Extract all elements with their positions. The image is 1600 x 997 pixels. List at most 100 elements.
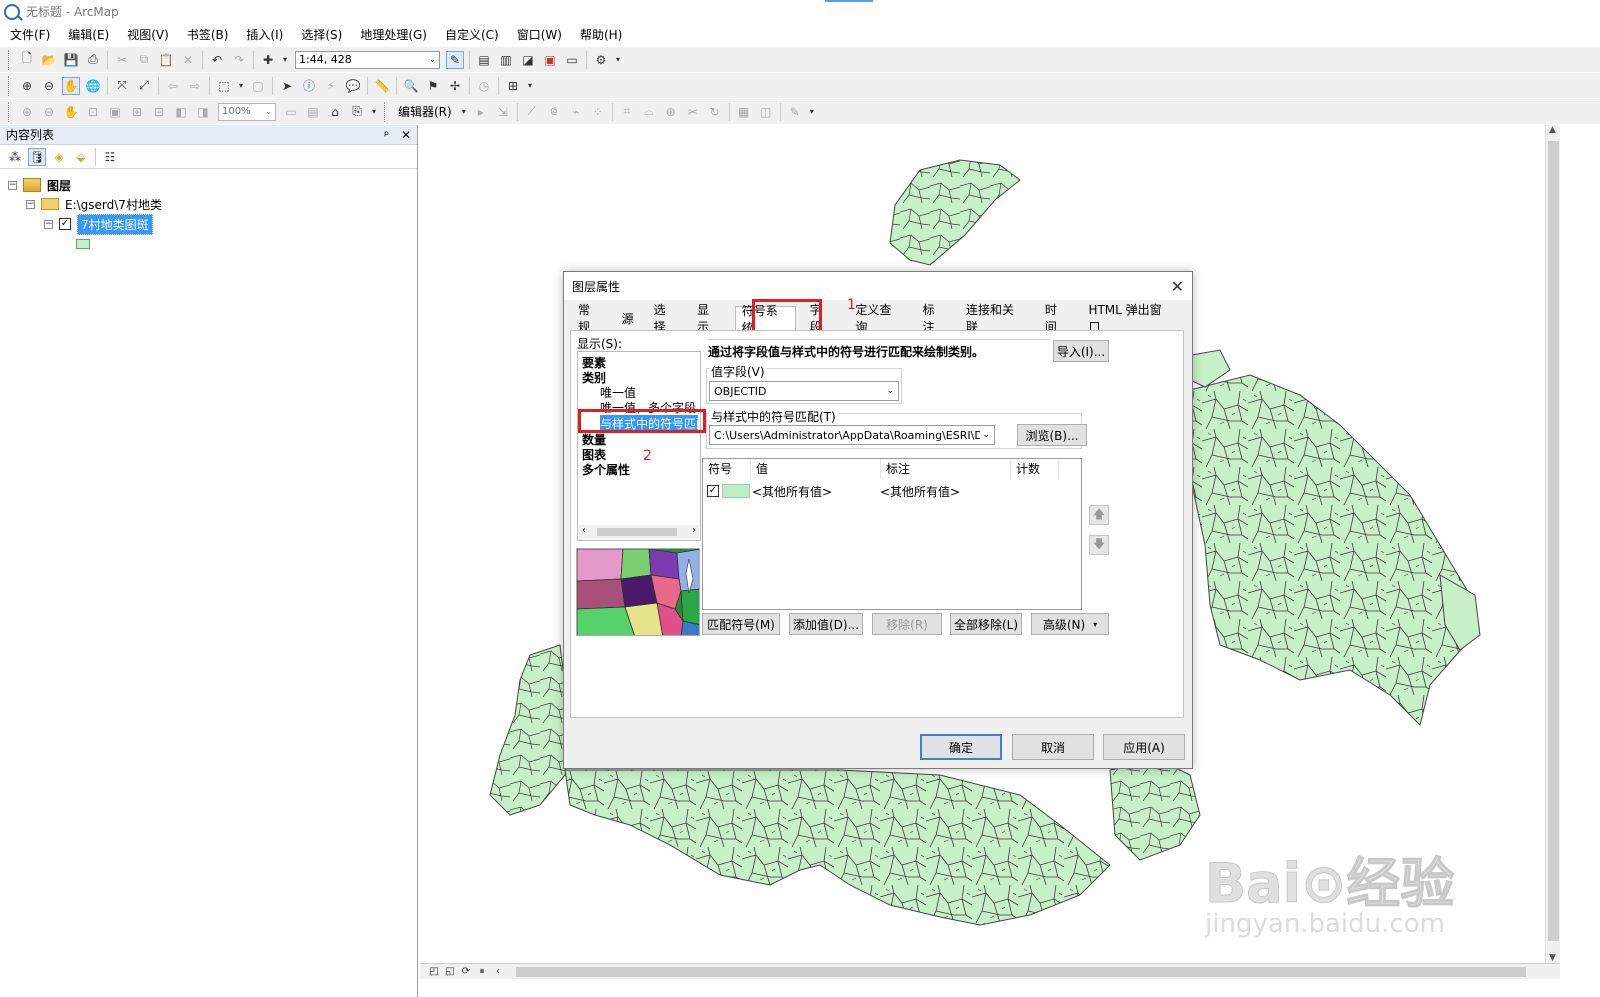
edit-annotation-icon[interactable]: ⇲ — [494, 103, 512, 121]
select-elements-icon[interactable]: ➤ — [278, 77, 296, 95]
import-button[interactable]: 导入(I)... — [1053, 340, 1109, 362]
toolbar-options-icon[interactable]: ▾ — [614, 51, 622, 69]
forward-extent-icon[interactable]: ⇨ — [186, 77, 204, 95]
html-popup-icon[interactable]: 💬 — [344, 77, 362, 95]
editor-menu[interactable]: 编辑器(R) — [398, 103, 452, 120]
dropdown-arrow-icon[interactable]: ▾ — [237, 77, 245, 95]
toolbar-options-icon[interactable]: ▾ — [370, 103, 378, 121]
layout-zoom-in-icon[interactable]: ⊕ — [18, 103, 36, 121]
ok-button[interactable]: 确定 — [920, 734, 1002, 760]
renderer-list-scrollbar[interactable]: ‹ › — [579, 525, 699, 539]
trace-icon[interactable]: ⌁ — [567, 103, 585, 121]
tab-definition-query[interactable]: 定义查询 — [849, 303, 908, 334]
scroll-up-icon[interactable]: ▲ — [1549, 125, 1556, 135]
data-driven-pages-icon[interactable]: ⎘ — [348, 103, 366, 121]
zoom-100-icon[interactable]: ▣ — [106, 103, 124, 121]
pause-drawing-icon[interactable]: ⏸ — [476, 966, 488, 978]
browse-button[interactable]: 浏览(B)... — [1017, 424, 1087, 446]
menu-bookmarks[interactable]: 书签(B) — [185, 24, 231, 45]
viewer-window-icon[interactable]: ⊞ — [504, 77, 522, 95]
collapse-icon[interactable]: − — [44, 219, 53, 229]
menu-file[interactable]: 文件(F) — [8, 24, 52, 45]
point-icon[interactable]: ⁘ — [589, 103, 607, 121]
scroll-right-icon[interactable]: › — [692, 525, 696, 536]
copy-icon[interactable]: ⧉ — [135, 51, 153, 69]
close-icon[interactable]: ✕ — [401, 128, 411, 142]
arctoolbox-icon[interactable]: ▣ — [541, 51, 559, 69]
list-by-drawing-order-icon[interactable]: ⁂ — [6, 148, 24, 166]
find-icon[interactable]: 🔍 — [402, 77, 420, 95]
menu-selection[interactable]: 选择(S) — [299, 24, 344, 45]
grid-header-value[interactable]: 值 — [751, 459, 881, 479]
dropdown-arrow-icon[interactable]: ▾ — [281, 51, 289, 69]
menu-customize[interactable]: 自定义(C) — [443, 24, 501, 45]
layout-pan-icon[interactable]: ✋ — [62, 103, 80, 121]
match-symbols-button[interactable]: 匹配符号(M) — [702, 613, 780, 635]
row-checkbox[interactable]: ✓ — [707, 485, 719, 497]
toolbar-options-icon[interactable]: ▾ — [526, 77, 534, 95]
toolbar-grip[interactable] — [8, 101, 12, 122]
map-vertical-scrollbar[interactable]: ▲ ▼ — [1545, 125, 1560, 963]
cut-icon[interactable]: ✂ — [113, 51, 131, 69]
catalog-icon[interactable]: ▥ — [497, 51, 515, 69]
sketch-properties-icon[interactable]: ◫ — [757, 103, 775, 121]
grid-header-symbol[interactable]: 符号 — [703, 459, 751, 479]
redo-icon[interactable]: ↷ — [230, 51, 248, 69]
measure-icon[interactable]: 📏 — [373, 77, 391, 95]
tab-selection[interactable]: 选择 — [648, 303, 684, 334]
full-extent-icon[interactable]: 🌐 — [84, 77, 102, 95]
symbol-swatch[interactable] — [722, 484, 750, 498]
tree-layer-row[interactable]: − ✓ 7村地类图斑 — [44, 213, 153, 235]
renderer-multiple-attributes[interactable]: 多个属性 — [582, 461, 630, 478]
layer-visibility-checkbox[interactable]: ✓ — [59, 218, 71, 230]
zoom-whole-page-icon[interactable]: ⊡ — [84, 103, 102, 121]
zoom-in-icon[interactable]: ⊕ — [18, 77, 36, 95]
tab-general[interactable]: 常规 — [572, 303, 608, 334]
delete-icon[interactable]: ✕ — [179, 51, 197, 69]
list-by-source-icon[interactable]: 🛢 — [28, 147, 46, 166]
dropdown-arrow-icon[interactable]: ▾ — [460, 103, 468, 121]
new-document-icon[interactable]: 🗋 — [18, 51, 36, 69]
tree-root-row[interactable]: − 图层 — [8, 175, 71, 195]
open-folder-icon[interactable]: 📂 — [40, 51, 58, 69]
edit-vertices-icon[interactable]: ⌗ — [618, 103, 636, 121]
value-field-select[interactable]: OBJECTID ⌄ — [709, 381, 899, 401]
map-scale-combo[interactable]: 1:44, 428 ⌄ — [295, 50, 440, 69]
straight-segment-icon[interactable]: ⟋ — [523, 103, 541, 121]
tab-labels[interactable]: 标注 — [916, 303, 952, 334]
list-by-selection-icon[interactable]: ⬙ — [72, 148, 90, 166]
tree-folder-row[interactable]: − E:\gserd\7村地类 — [26, 194, 162, 214]
layout-zoom-out-icon[interactable]: ⊖ — [40, 103, 58, 121]
fixed-zoom-in-icon[interactable]: ⤧ — [113, 77, 131, 95]
collapse-icon[interactable]: − — [26, 199, 35, 209]
zoom-out-icon[interactable]: ⊖ — [40, 77, 58, 95]
cut-polygons-icon[interactable]: ⊕ — [662, 103, 680, 121]
horizontal-scroll-thumb[interactable] — [516, 967, 1526, 977]
toolbar-grip[interactable] — [8, 49, 12, 70]
time-slider-icon[interactable]: ◷ — [475, 77, 493, 95]
toolbar-grip[interactable] — [384, 101, 388, 122]
layout-forward-icon[interactable]: ◨ — [194, 103, 212, 121]
layout-back-icon[interactable]: ◧ — [172, 103, 190, 121]
list-by-visibility-icon[interactable]: ◈ — [50, 148, 68, 166]
pan-icon[interactable]: ✋ — [62, 76, 80, 95]
undo-icon[interactable]: ↶ — [208, 51, 226, 69]
data-view-icon[interactable]: ◰ — [428, 966, 440, 978]
scroll-down-icon[interactable]: ▼ — [1549, 953, 1556, 963]
end-point-arc-icon[interactable]: ⟃ — [545, 103, 563, 121]
close-icon[interactable]: ✕ — [1171, 277, 1184, 296]
focus-frame-icon[interactable]: ▤ — [304, 103, 322, 121]
reshape-icon[interactable]: ⌓ — [640, 103, 658, 121]
fixed-zoom-out-icon[interactable]: ⤢ — [135, 77, 153, 95]
style-path-select[interactable]: C:\Users\Administrator\AppData\Roaming\E… — [709, 425, 995, 445]
find-route-icon[interactable]: ⚑ — [424, 77, 442, 95]
menu-help[interactable]: 帮助(H) — [578, 24, 624, 45]
split-icon[interactable]: ✂ — [684, 103, 702, 121]
search-window-icon[interactable]: ◪ — [519, 51, 537, 69]
back-extent-icon[interactable]: ⇦ — [164, 77, 182, 95]
print-icon[interactable]: ⎙ — [84, 51, 102, 69]
hyperlink-icon[interactable]: ⚡ — [322, 77, 340, 95]
menu-insert[interactable]: 插入(I) — [244, 24, 285, 45]
tab-joins-relates[interactable]: 连接和关联 — [960, 303, 1031, 334]
edit-tool-icon[interactable]: ▸ — [472, 103, 490, 121]
